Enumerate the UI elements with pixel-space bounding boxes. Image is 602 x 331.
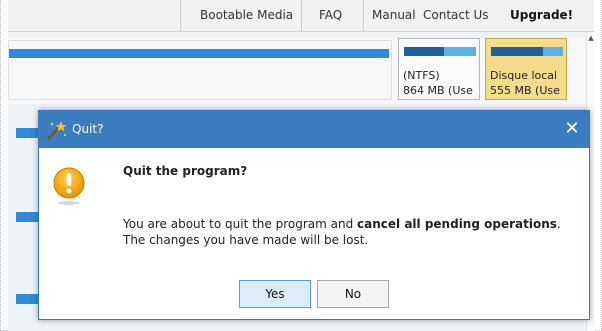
dialog-title: Quit?	[72, 122, 104, 136]
message-warning: The changes you have made will be lost.	[123, 233, 369, 247]
warning-icon	[53, 167, 85, 205]
partition-usage-bar	[9, 49, 389, 58]
menu-separator	[363, 0, 364, 32]
menu-bootable-media[interactable]: Bootable Media	[200, 8, 293, 22]
menu-separator	[180, 0, 181, 32]
no-button[interactable]: No	[317, 280, 389, 308]
close-icon[interactable]: ✕	[561, 118, 583, 140]
partition-usage-fill	[491, 47, 543, 56]
partition-label: Disque local	[490, 69, 558, 82]
dialog-titlebar[interactable]: Quit? ✕	[39, 111, 589, 148]
menu-separator	[301, 0, 302, 32]
partition-size: 555 MB (Use	[490, 84, 560, 97]
message-text: You are about to quit the program and	[123, 217, 358, 231]
top-menu: Bootable Media FAQ Manual Contact Us Upg…	[8, 0, 594, 32]
scroll-up-icon[interactable]: ▲	[587, 34, 595, 42]
menu-contact-us[interactable]: Contact Us	[423, 8, 489, 22]
partition-label: (NTFS)	[403, 69, 440, 82]
dialog-message: You are about to quit the program and ca…	[123, 216, 563, 248]
menu-faq[interactable]: FAQ	[319, 8, 342, 22]
partition-size: 864 MB (Use	[403, 84, 473, 97]
menu-upgrade[interactable]: Upgrade!	[510, 8, 573, 22]
partition-ntfs[interactable]: (NTFS) 864 MB (Use	[398, 38, 480, 100]
menu-manual[interactable]: Manual	[372, 8, 416, 22]
message-emphasis: cancel all pending operations	[357, 217, 557, 231]
yes-button[interactable]: Yes	[239, 280, 311, 308]
partition-disque-local[interactable]: Disque local 555 MB (Use	[485, 38, 567, 100]
partition-usage-fill	[404, 47, 444, 56]
quit-dialog: Quit? ✕ Quit the program? You are about …	[38, 110, 590, 320]
dialog-question: Quit the program?	[123, 164, 248, 178]
disk-row: (NTFS) 864 MB (Use Disque local 555 MB (…	[8, 38, 586, 104]
partition-usage-bar	[404, 47, 476, 56]
partition-main[interactable]	[8, 40, 392, 100]
partition-usage-bar	[491, 47, 563, 56]
message-text: .	[556, 217, 561, 231]
wizard-icon	[47, 121, 67, 140]
